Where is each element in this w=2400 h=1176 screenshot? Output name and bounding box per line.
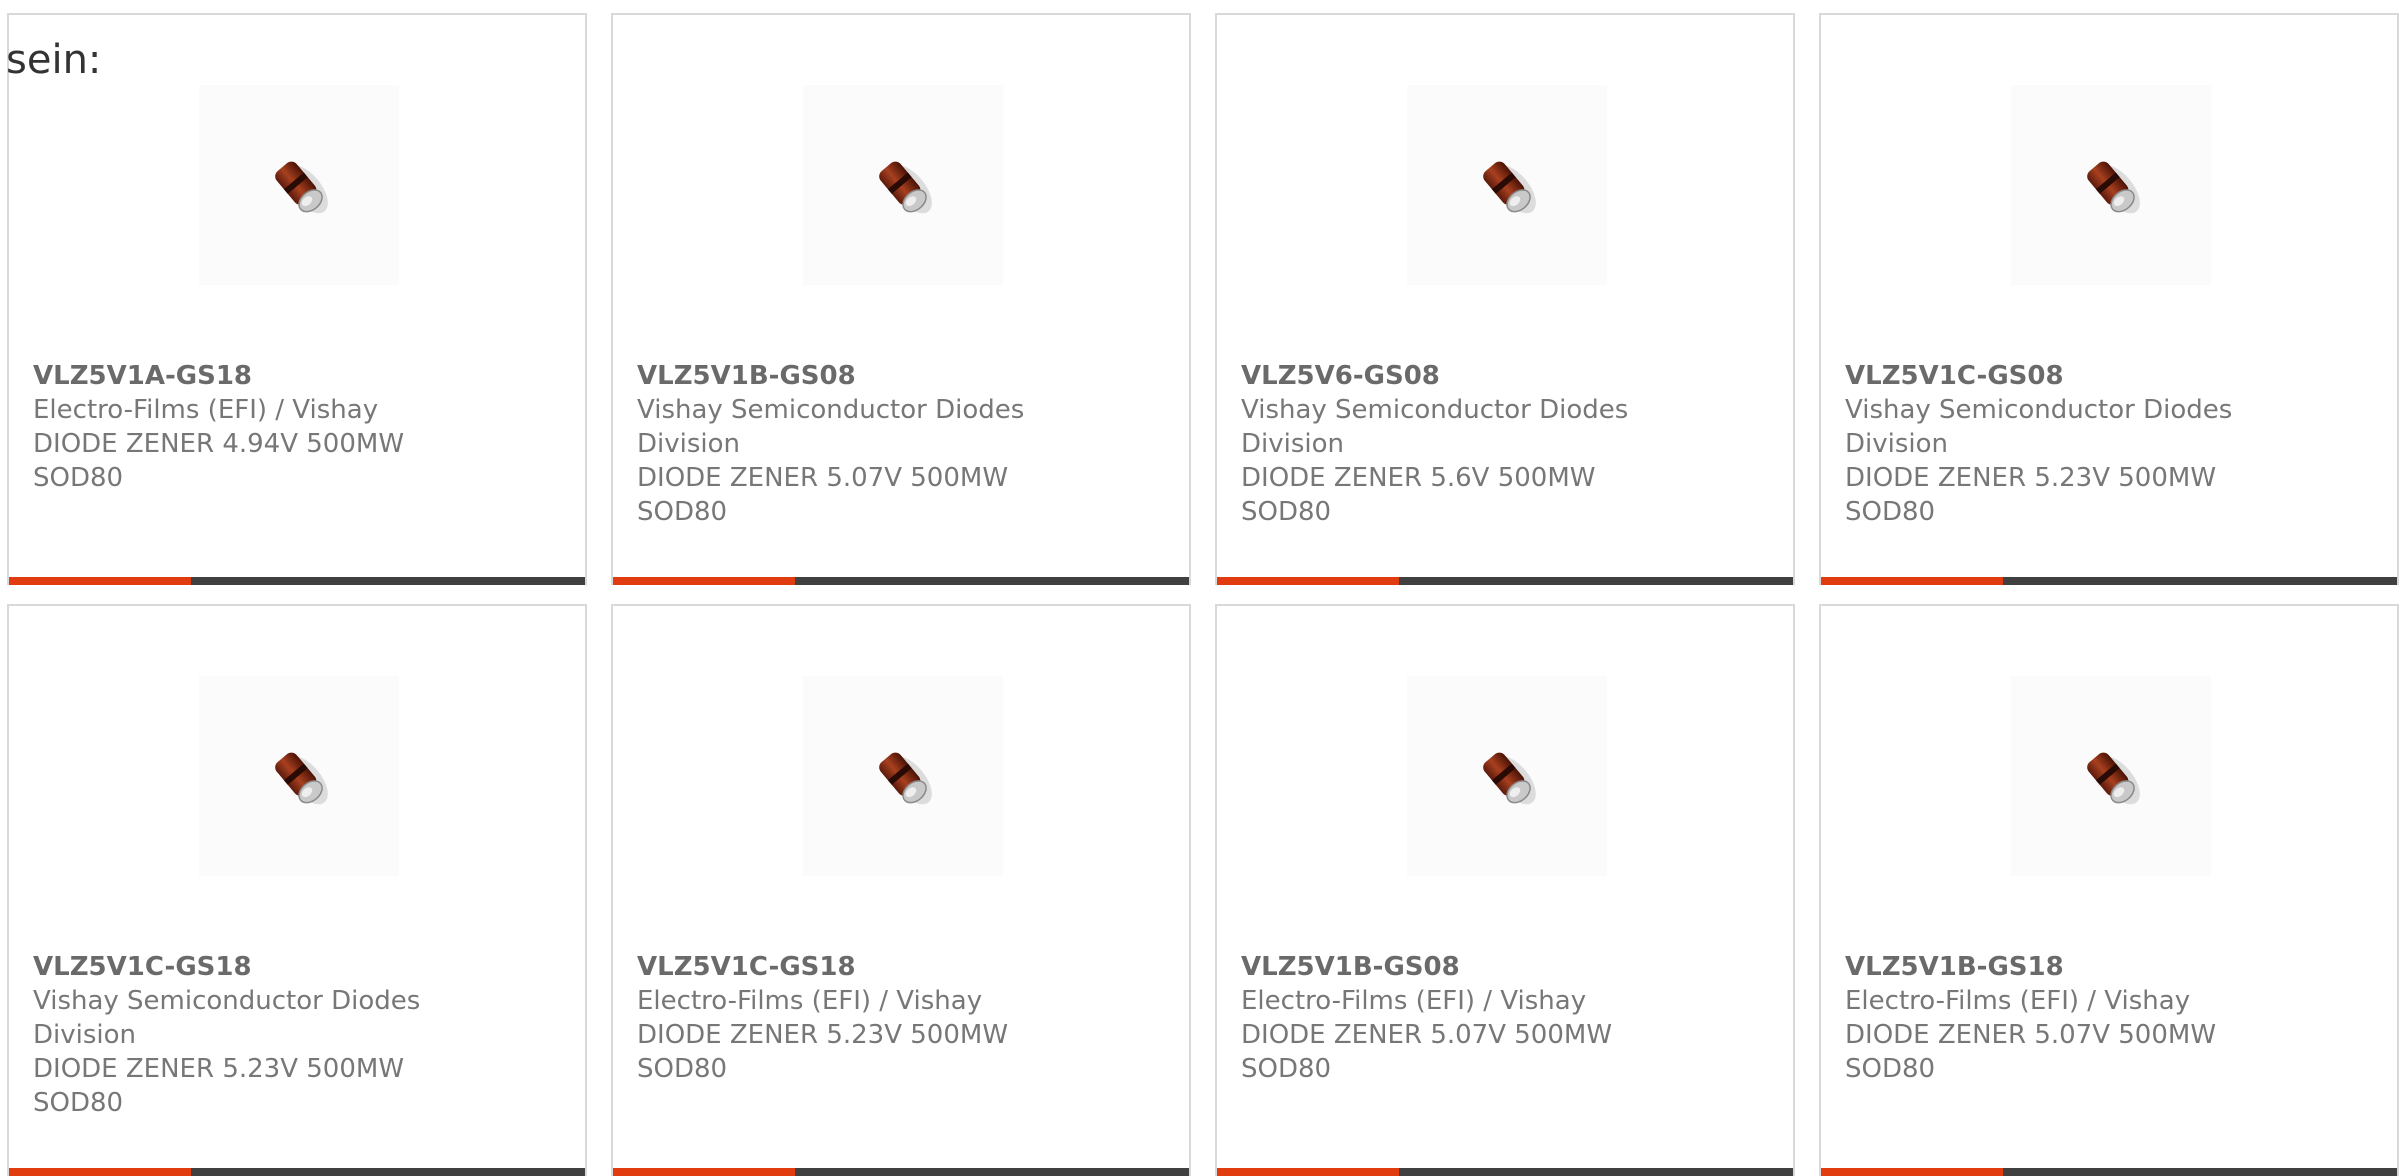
product-image[interactable] bbox=[2011, 85, 2211, 285]
package: SOD80 bbox=[1845, 1054, 1936, 1084]
part-number[interactable]: VLZ5V1C-GS18 bbox=[637, 950, 1057, 984]
product-card[interactable]: VLZ5V1C-GS08 Vishay Semiconductor Diodes… bbox=[1819, 13, 2399, 585]
card-bottom-bar bbox=[613, 577, 1189, 585]
card-accent-bar bbox=[613, 1168, 795, 1176]
product-image[interactable] bbox=[1407, 676, 1607, 876]
card-accent-bar bbox=[9, 577, 191, 585]
product-card[interactable]: VLZ5V1A-GS18 Electro-Films (EFI) / Visha… bbox=[7, 13, 587, 585]
card-bottom-bar bbox=[1821, 577, 2397, 585]
card-bottom-bar bbox=[1821, 1168, 2397, 1176]
package: SOD80 bbox=[1241, 497, 1332, 527]
card-accent-bar bbox=[1217, 577, 1399, 585]
product-card[interactable]: VLZ5V1B-GS08 Vishay Semiconductor Diodes… bbox=[611, 13, 1191, 585]
part-number[interactable]: VLZ5V1A-GS18 bbox=[33, 359, 453, 393]
sod80-diode-icon bbox=[1483, 161, 1536, 214]
product-info: VLZ5V1B-GS08 Electro-Films (EFI) / Visha… bbox=[1241, 950, 1661, 1086]
card-accent-bar bbox=[1821, 577, 2003, 585]
sod80-diode-icon bbox=[879, 161, 932, 214]
part-number[interactable]: VLZ5V1C-GS18 bbox=[33, 950, 453, 984]
product-card[interactable]: VLZ5V1B-GS08 Electro-Films (EFI) / Visha… bbox=[1215, 604, 1795, 1176]
product-image[interactable] bbox=[2011, 676, 2211, 876]
card-accent-bar bbox=[9, 1168, 191, 1176]
description: DIODE ZENER 5.07V 500MW bbox=[1241, 1020, 1613, 1050]
package: SOD80 bbox=[637, 497, 728, 527]
package: SOD80 bbox=[33, 463, 124, 493]
sod80-diode-icon bbox=[275, 752, 328, 805]
sod80-diode-icon bbox=[2087, 752, 2140, 805]
sod80-diode-icon bbox=[2087, 161, 2140, 214]
product-info: VLZ5V6-GS08 Vishay Semiconductor Diodes … bbox=[1241, 359, 1661, 529]
sod80-diode-icon bbox=[1483, 752, 1536, 805]
part-number[interactable]: VLZ5V1C-GS08 bbox=[1845, 359, 2265, 393]
product-info: VLZ5V1C-GS18 Electro-Films (EFI) / Visha… bbox=[637, 950, 1057, 1086]
product-card[interactable]: VLZ5V1C-GS18 Vishay Semiconductor Diodes… bbox=[7, 604, 587, 1176]
product-card[interactable]: VLZ5V1C-GS18 Electro-Films (EFI) / Visha… bbox=[611, 604, 1191, 1176]
manufacturer: Vishay Semiconductor Diodes Division bbox=[1845, 395, 2233, 459]
description: DIODE ZENER 5.07V 500MW bbox=[1845, 1020, 2217, 1050]
product-info: VLZ5V1B-GS18 Electro-Films (EFI) / Visha… bbox=[1845, 950, 2265, 1086]
manufacturer: Electro-Films (EFI) / Vishay bbox=[33, 395, 379, 425]
product-image[interactable] bbox=[1407, 85, 1607, 285]
manufacturer: Vishay Semiconductor Diodes Division bbox=[637, 395, 1025, 459]
package: SOD80 bbox=[1241, 1054, 1332, 1084]
card-accent-bar bbox=[1821, 1168, 2003, 1176]
manufacturer: Electro-Films (EFI) / Vishay bbox=[1845, 986, 2191, 1016]
product-image[interactable] bbox=[803, 676, 1003, 876]
card-accent-bar bbox=[1217, 1168, 1399, 1176]
card-bottom-bar bbox=[1217, 577, 1793, 585]
package: SOD80 bbox=[33, 1088, 124, 1118]
description: DIODE ZENER 5.07V 500MW bbox=[637, 463, 1009, 493]
card-bottom-bar bbox=[613, 1168, 1189, 1176]
part-number[interactable]: VLZ5V1B-GS18 bbox=[1845, 950, 2265, 984]
package: SOD80 bbox=[637, 1054, 728, 1084]
product-card[interactable]: VLZ5V1B-GS18 Electro-Films (EFI) / Visha… bbox=[1819, 604, 2399, 1176]
part-number[interactable]: VLZ5V1B-GS08 bbox=[1241, 950, 1661, 984]
product-card[interactable]: VLZ5V6-GS08 Vishay Semiconductor Diodes … bbox=[1215, 13, 1795, 585]
product-image[interactable] bbox=[199, 676, 399, 876]
card-bottom-bar bbox=[9, 577, 585, 585]
sod80-diode-icon bbox=[879, 752, 932, 805]
product-info: VLZ5V1C-GS18 Vishay Semiconductor Diodes… bbox=[33, 950, 453, 1120]
product-info: VLZ5V1C-GS08 Vishay Semiconductor Diodes… bbox=[1845, 359, 2265, 529]
product-image[interactable] bbox=[199, 85, 399, 285]
description: DIODE ZENER 5.23V 500MW bbox=[637, 1020, 1009, 1050]
manufacturer: Electro-Films (EFI) / Vishay bbox=[637, 986, 983, 1016]
part-number[interactable]: VLZ5V6-GS08 bbox=[1241, 359, 1661, 393]
description: DIODE ZENER 5.23V 500MW bbox=[33, 1054, 405, 1084]
description: DIODE ZENER 4.94V 500MW bbox=[33, 429, 405, 459]
package: SOD80 bbox=[1845, 497, 1936, 527]
card-bottom-bar bbox=[9, 1168, 585, 1176]
card-bottom-bar bbox=[1217, 1168, 1793, 1176]
part-number[interactable]: VLZ5V1B-GS08 bbox=[637, 359, 1057, 393]
manufacturer: Vishay Semiconductor Diodes Division bbox=[33, 986, 421, 1050]
description: DIODE ZENER 5.6V 500MW bbox=[1241, 463, 1596, 493]
product-info: VLZ5V1B-GS08 Vishay Semiconductor Diodes… bbox=[637, 359, 1057, 529]
product-grid: VLZ5V1A-GS18 Electro-Films (EFI) / Visha… bbox=[7, 13, 2400, 1176]
product-image[interactable] bbox=[803, 85, 1003, 285]
manufacturer: Electro-Films (EFI) / Vishay bbox=[1241, 986, 1587, 1016]
card-accent-bar bbox=[613, 577, 795, 585]
sod80-diode-icon bbox=[275, 161, 328, 214]
description: DIODE ZENER 5.23V 500MW bbox=[1845, 463, 2217, 493]
manufacturer: Vishay Semiconductor Diodes Division bbox=[1241, 395, 1629, 459]
product-info: VLZ5V1A-GS18 Electro-Films (EFI) / Visha… bbox=[33, 359, 453, 495]
section-heading: sein: bbox=[6, 37, 102, 83]
